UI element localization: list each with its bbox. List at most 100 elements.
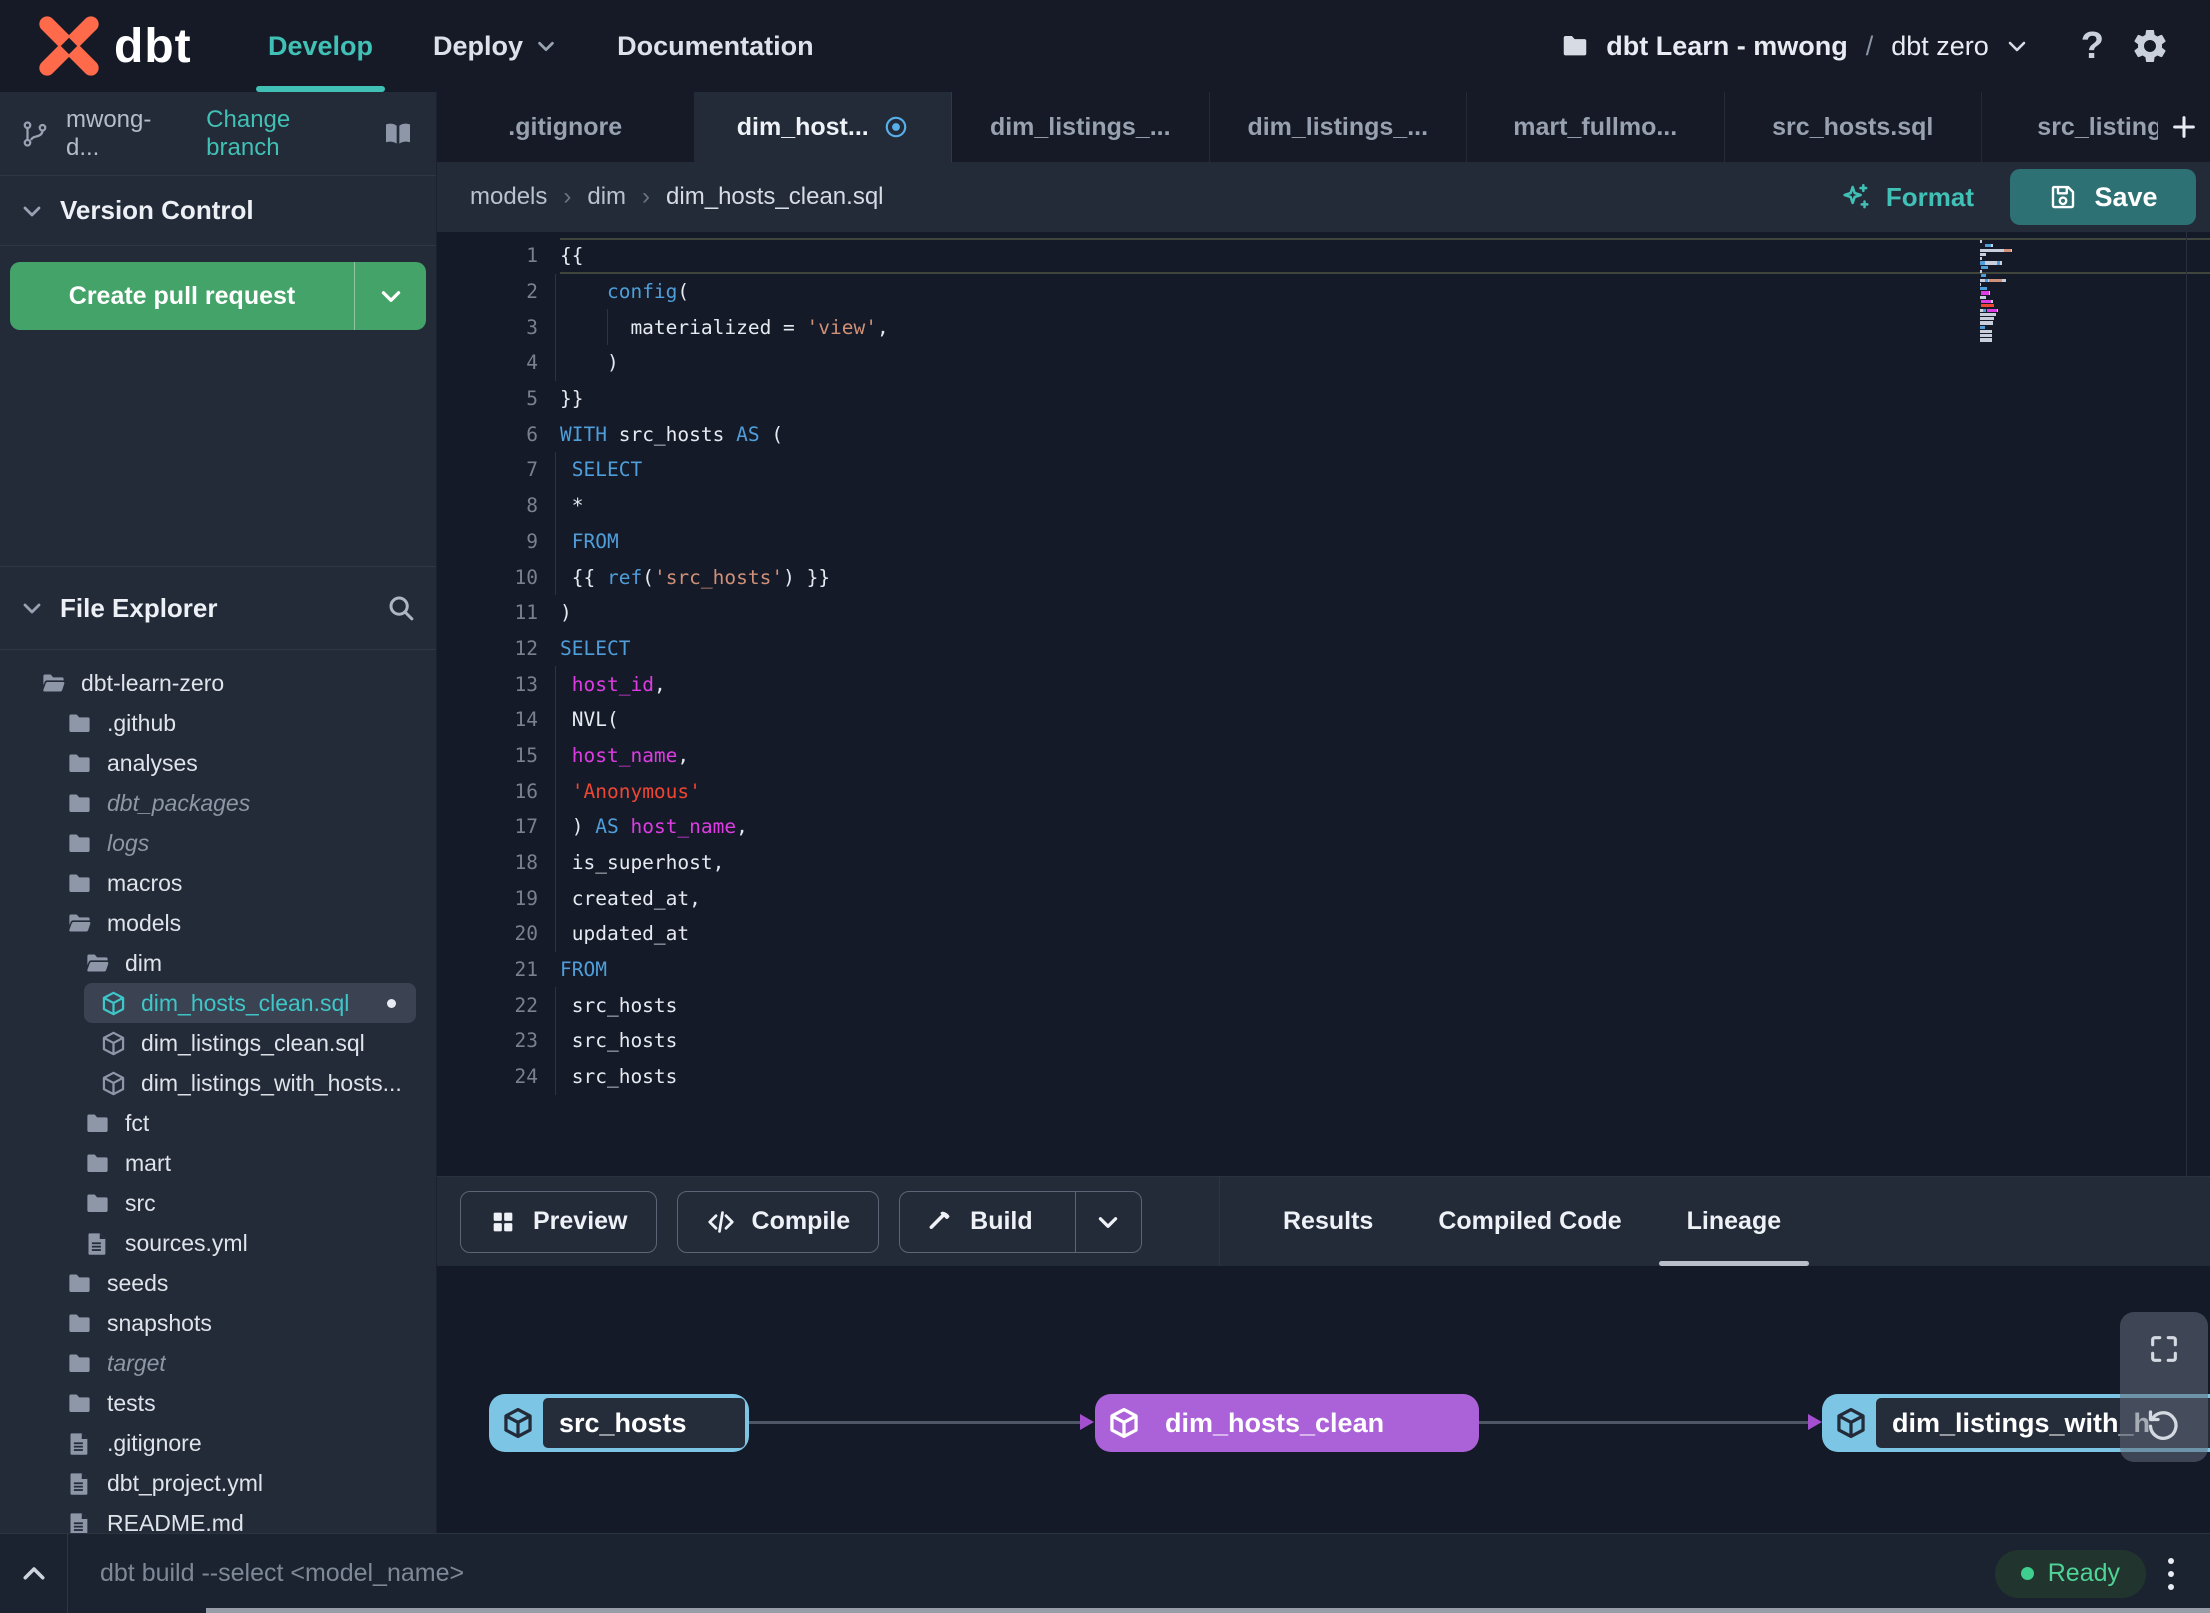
- file-row[interactable]: dbt_project.yml: [0, 1463, 436, 1503]
- file-row[interactable]: logs: [0, 823, 436, 863]
- file-row[interactable]: mart: [0, 1143, 436, 1183]
- build-button[interactable]: Build: [899, 1190, 1142, 1253]
- code-line[interactable]: 16 'Anonymous': [437, 773, 2210, 809]
- code-line[interactable]: 1 {{: [437, 238, 2210, 274]
- nav-item-develop[interactable]: Develop: [238, 0, 403, 92]
- code-line[interactable]: 4 ): [437, 345, 2210, 381]
- file-row[interactable]: .github: [0, 703, 436, 743]
- breadcrumb-item[interactable]: dim: [587, 183, 626, 211]
- file-row[interactable]: dim: [0, 943, 436, 983]
- dbt-logo[interactable]: dbt: [38, 15, 238, 77]
- editor-tab[interactable]: mart_fullmo...: [1467, 92, 1725, 162]
- file-row[interactable]: tests: [0, 1383, 436, 1423]
- horizontal-scrollbar[interactable]: [206, 1608, 2210, 1613]
- code-line[interactable]: 8 *: [437, 487, 2210, 524]
- file-row[interactable]: fct: [0, 1103, 436, 1143]
- lineage-node[interactable]: dim_hosts_clean: [1095, 1394, 1479, 1452]
- file-row[interactable]: snapshots: [0, 1303, 436, 1343]
- panel-tab-compiled-code[interactable]: Compiled Code: [1438, 1177, 1621, 1266]
- kebab-menu-icon[interactable]: [2168, 1557, 2174, 1590]
- editor-minimap[interactable]: [1980, 240, 2042, 343]
- save-label: Save: [2094, 181, 2158, 212]
- code-line[interactable]: 24 src_hosts: [437, 1058, 2210, 1095]
- code-line[interactable]: 11): [437, 595, 2210, 631]
- file-explorer-header[interactable]: File Explorer: [0, 566, 436, 650]
- code-line[interactable]: 7 SELECT: [437, 452, 2210, 488]
- nav-item-deploy[interactable]: Deploy: [403, 0, 587, 92]
- panel-tab-lineage[interactable]: Lineage: [1658, 1177, 1809, 1266]
- code-line[interactable]: 10 {{ ref('src_hosts') }}: [437, 559, 2210, 595]
- format-button[interactable]: Format: [1840, 181, 1974, 213]
- editor-tab[interactable]: dim_listings_...: [952, 92, 1210, 162]
- command-input[interactable]: dbt build --select <model_name>: [100, 1559, 464, 1588]
- editor-tab[interactable]: .gitignore: [437, 92, 695, 162]
- nav-item-documentation[interactable]: Documentation: [587, 0, 844, 92]
- file-row[interactable]: analyses: [0, 743, 436, 783]
- editor-scrollbar[interactable]: [2186, 232, 2187, 1176]
- create-pull-request-button[interactable]: Create pull request: [10, 262, 426, 330]
- change-branch-link[interactable]: Change branch: [206, 106, 364, 162]
- editor-tab[interactable]: dim_listings_...: [1210, 92, 1467, 162]
- breadcrumb-item[interactable]: dim_hosts_clean.sql: [666, 183, 883, 211]
- model-cube-icon: [493, 1398, 543, 1448]
- chevron-up-icon[interactable]: [0, 1534, 68, 1613]
- pull-request-caret-button[interactable]: [354, 262, 426, 330]
- code-line[interactable]: 19 created_at,: [437, 880, 2210, 916]
- undo-icon[interactable]: [2146, 1406, 2182, 1442]
- code-line[interactable]: 9 FROM: [437, 523, 2210, 560]
- project-switcher[interactable]: dbt Learn - mwong / dbt zero: [1560, 31, 2029, 62]
- code-line[interactable]: 15 host_name,: [437, 737, 2210, 774]
- file-row[interactable]: seeds: [0, 1263, 436, 1303]
- code-line[interactable]: 2 config(: [437, 273, 2210, 310]
- code-text: ): [560, 601, 572, 625]
- panel-tab-results[interactable]: Results: [1283, 1177, 1373, 1266]
- file-row[interactable]: dim_listings_with_hosts...: [0, 1063, 436, 1103]
- build-options-caret[interactable]: [1074, 1191, 1141, 1252]
- lineage-panel[interactable]: src_hosts dim_hosts_clean dim_listings_wit…: [437, 1266, 2210, 1533]
- breadcrumb-item[interactable]: models: [470, 183, 547, 211]
- version-control-header[interactable]: Version Control: [0, 176, 436, 246]
- file-row[interactable]: dbt_packages: [0, 783, 436, 823]
- file-row[interactable]: src: [0, 1183, 436, 1223]
- search-icon[interactable]: [386, 593, 416, 623]
- new-tab-button[interactable]: [2158, 92, 2210, 162]
- file-row[interactable]: macros: [0, 863, 436, 903]
- code-line[interactable]: 6 WITH src_hosts AS (: [437, 416, 2210, 452]
- help-icon[interactable]: ?: [2081, 25, 2104, 68]
- code-line[interactable]: 14 NVL(: [437, 701, 2210, 738]
- code-line[interactable]: 13 host_id,: [437, 666, 2210, 702]
- code-text: FROM: [555, 523, 2210, 560]
- file-row[interactable]: README.md: [0, 1503, 436, 1533]
- build-main[interactable]: Build: [900, 1192, 1059, 1252]
- file-row[interactable]: dim_listings_clean.sql: [0, 1023, 436, 1063]
- gear-icon[interactable]: [2130, 26, 2170, 66]
- status-badge[interactable]: Ready: [1994, 1549, 2146, 1598]
- code-editor[interactable]: 1{{2 config(3 materialized = 'view', 4 ) 5…: [437, 232, 2210, 1176]
- file-row[interactable]: sources.yml: [0, 1223, 436, 1263]
- code-line[interactable]: 23 src_hosts: [437, 1023, 2210, 1059]
- code-line[interactable]: 17 ) AS host_name,: [437, 809, 2210, 845]
- line-number: 18: [514, 851, 538, 875]
- editor-tab[interactable]: dim_host...: [694, 92, 952, 162]
- code-line[interactable]: 18 is_superhost,: [437, 844, 2210, 881]
- file-row[interactable]: target: [0, 1343, 436, 1383]
- minimap-line: [1980, 269, 2042, 274]
- compile-button[interactable]: Compile: [676, 1190, 880, 1253]
- preview-button[interactable]: Preview: [460, 1190, 657, 1253]
- file-row[interactable]: dim_hosts_clean.sql: [84, 983, 416, 1023]
- code-line[interactable]: 20 updated_at: [437, 916, 2210, 952]
- save-button[interactable]: Save: [2010, 169, 2196, 225]
- code-line[interactable]: 5}}: [437, 381, 2210, 417]
- lineage-node[interactable]: src_hosts: [489, 1394, 749, 1452]
- editor-tab[interactable]: src_hosts.sql: [1725, 92, 1982, 162]
- fullscreen-icon[interactable]: [2147, 1332, 2181, 1366]
- code-line[interactable]: 21 FROM: [437, 952, 2210, 988]
- code-line[interactable]: 3 materialized = 'view',: [437, 309, 2210, 346]
- docs-book-icon[interactable]: [380, 118, 416, 150]
- file-row[interactable]: .gitignore: [0, 1423, 436, 1463]
- file-row[interactable]: dbt-learn-zero: [0, 663, 436, 703]
- code-line[interactable]: 22 src_hosts: [437, 987, 2210, 1023]
- file-row[interactable]: models: [0, 903, 436, 943]
- code-line[interactable]: 12 SELECT: [437, 631, 2210, 667]
- code-text: ): [555, 345, 2210, 381]
